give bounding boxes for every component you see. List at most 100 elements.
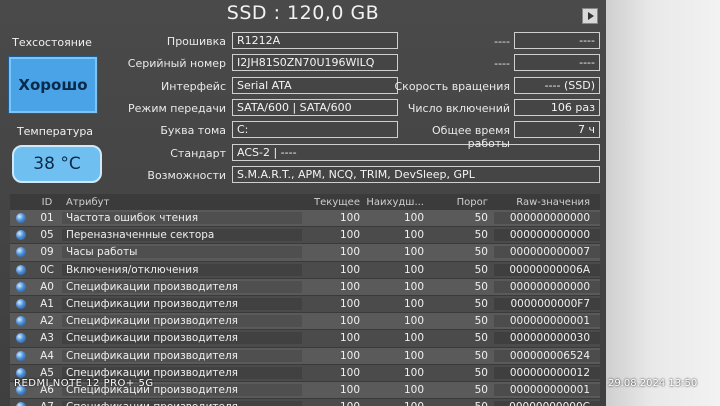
header-threshold[interactable]: Порог (430, 197, 494, 208)
worst-value: 100 (403, 383, 424, 396)
threshold-value: 50 (474, 332, 488, 345)
attribute-id: A0 (40, 280, 54, 293)
status-cell (10, 247, 32, 258)
header-id[interactable]: ID (32, 197, 62, 208)
status-dot-icon (16, 350, 26, 361)
attribute-name: Спецификации производителя (62, 366, 302, 379)
worst-value: 100 (403, 349, 424, 362)
attribute-name: Частота ошибок чтения (62, 212, 302, 225)
threshold-value: 50 (474, 263, 488, 276)
status-cell (10, 264, 32, 275)
unused-label-2: ---- (494, 57, 510, 70)
raw-value: 000000006524 (494, 349, 600, 362)
unused-label-1: ---- (494, 35, 510, 48)
table-row[interactable]: 01 Частота ошибок чтения 100 100 50 000000000… (10, 210, 600, 228)
crystaldiskinfo-window: SSD : 120,0 GB Техсостояние Хорошо Темпе… (0, 0, 606, 406)
standard-label: Стандарт (170, 147, 226, 160)
status-cell (10, 213, 32, 224)
current-value: 100 (339, 229, 360, 242)
attribute-name: Переназначенные сектора (62, 229, 302, 242)
attribute-name: Спецификации производителя (62, 349, 302, 362)
monitor-bezel (606, 0, 720, 406)
threshold-value: 50 (474, 229, 488, 242)
table-row[interactable]: A7Спецификации производителя100100500000… (10, 399, 600, 406)
attribute-name: Спецификации производителя (62, 332, 302, 345)
table-header: ID Атрибут Текущее Наихудш... Порог Raw-… (10, 194, 600, 210)
worst-value: 100 (403, 263, 424, 276)
current-value: 100 (339, 383, 360, 396)
drive-letter-field: C: (232, 121, 398, 138)
attribute-id: A4 (40, 349, 54, 362)
raw-value: 000000000000 (494, 229, 600, 242)
current-value: 100 (302, 401, 366, 406)
threshold-value: 50 (474, 280, 488, 293)
health-status-badge[interactable]: Хорошо (8, 56, 98, 114)
play-icon (588, 12, 594, 20)
header-worst[interactable]: Наихудш... (366, 197, 430, 208)
current-value: 100 (339, 298, 360, 311)
table-row[interactable]: 05 Переназначенные сектора 100 100 50 0000000… (10, 227, 600, 245)
attribute-id: 09 (40, 246, 54, 259)
status-dot-icon (16, 333, 26, 344)
attribute-id: 0C (39, 263, 54, 276)
status-dot-icon (16, 299, 26, 310)
table-row[interactable]: A3 Спецификации производителя 100 100 50 0000… (10, 330, 600, 348)
attribute-id: 01 (40, 212, 54, 225)
health-label: Техсостояние (12, 36, 92, 49)
table-row[interactable]: 0C Включения/отключения 100 100 50 0000000000… (10, 261, 600, 279)
current-value: 100 (339, 315, 360, 328)
raw-value: 000000000000 (494, 212, 600, 225)
next-drive-button[interactable] (582, 8, 598, 24)
raw-value: 0000000000F7 (494, 298, 600, 311)
current-value: 100 (339, 263, 360, 276)
status-dot-icon (16, 281, 26, 292)
temperature-badge[interactable]: 38 °C (12, 145, 102, 183)
status-dot-icon (16, 367, 26, 378)
status-dot-icon (16, 402, 26, 406)
status-dot-icon (16, 316, 26, 327)
status-cell (10, 230, 32, 241)
unused-field-2: ---- (514, 54, 600, 71)
header-attribute[interactable]: Атрибут (62, 197, 302, 208)
features-field: S.M.A.R.T., APM, NCQ, TRIM, DevSleep, GP… (232, 166, 600, 183)
attribute-id: A7 (32, 401, 62, 406)
worst-value: 100 (403, 332, 424, 345)
worst-value: 100 (403, 315, 424, 328)
firmware-label: Прошивка (166, 35, 226, 48)
table-row[interactable]: 09 Часы работы 100 100 50 000000000007 (10, 244, 600, 262)
attribute-name: Включения/отключения (62, 263, 302, 276)
current-value: 100 (339, 349, 360, 362)
attribute-id: A5 (40, 366, 54, 379)
rotation-speed-field: ---- (SSD) (514, 77, 600, 94)
transfer-mode-label: Режим передачи (128, 102, 226, 115)
status-dot-icon (16, 247, 26, 258)
status-cell (10, 367, 32, 378)
drive-title: SSD : 120,0 GB (226, 2, 380, 24)
serial-field: I2JH81S0ZN70U196WILQ (232, 54, 398, 71)
table-row[interactable]: A4 Спецификации производителя 100 100 50 0000… (10, 347, 600, 365)
current-value: 100 (339, 212, 360, 225)
power-on-hours-field: 7 ч (514, 121, 600, 138)
camera-watermark: REDMI NOTE 12 PRO+ 5G (14, 378, 154, 389)
worst-value: 100 (403, 246, 424, 259)
attribute-name: Спецификации производителя (62, 315, 302, 328)
features-label: Возможности (147, 169, 226, 182)
firmware-field: R1212A (232, 32, 398, 49)
table-body: 01 Частота ошибок чтения 100 100 50 000000000… (10, 210, 600, 406)
current-value: 100 (339, 332, 360, 345)
attribute-id: A3 (40, 332, 54, 345)
current-value: 100 (339, 280, 360, 293)
status-cell (10, 350, 32, 361)
status-dot-icon (16, 213, 26, 224)
header-raw[interactable]: Raw-значения (494, 197, 600, 208)
interface-field: Serial ATA (232, 77, 398, 94)
table-row[interactable]: A0 Спецификации производителя 100 100 50 0000… (10, 278, 600, 296)
smart-attributes-table: ID Атрибут Текущее Наихудш... Порог Raw-… (10, 194, 600, 406)
photo-timestamp: 29.08.2024 13:50 (608, 378, 698, 389)
threshold-value: 50 (430, 401, 494, 406)
header-current[interactable]: Текущее (302, 197, 366, 208)
status-dot-icon (16, 230, 26, 241)
status-cell (10, 402, 32, 406)
table-row[interactable]: A1 Спецификации производителя 100 100 50 0000… (10, 295, 600, 314)
table-row[interactable]: A2 Спецификации производителя 100 100 50 0000… (10, 313, 600, 331)
